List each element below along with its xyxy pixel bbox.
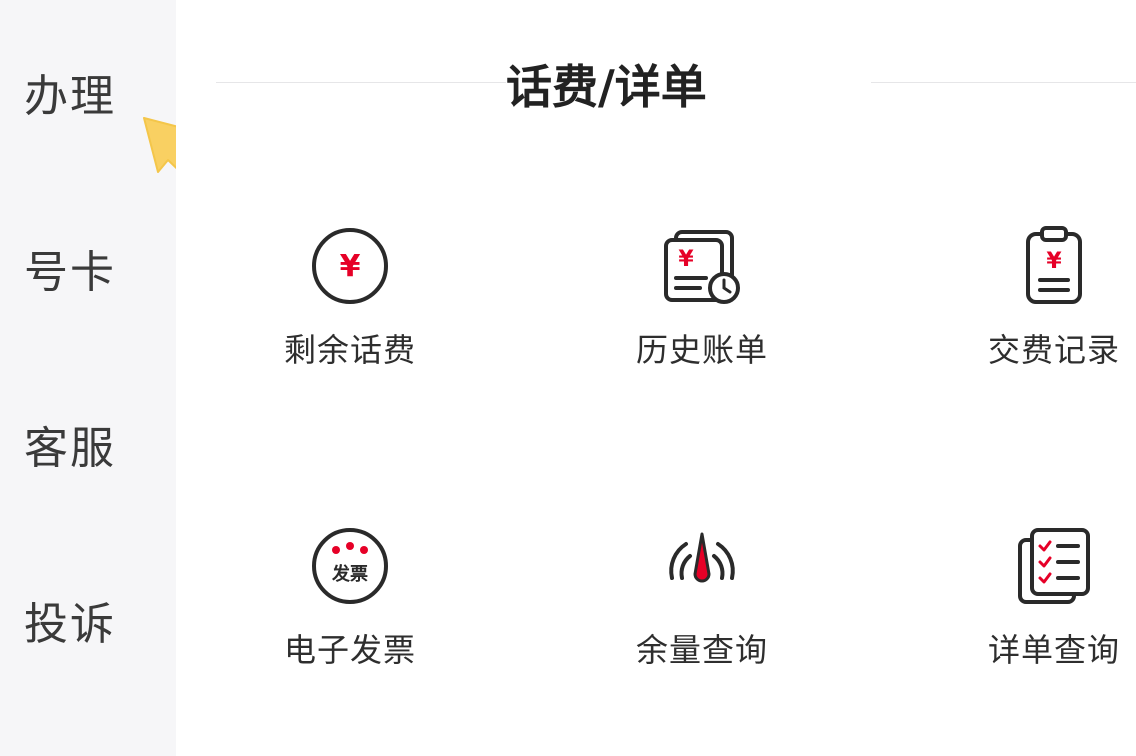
title-divider-right <box>871 82 1136 83</box>
grid-item-balance-query[interactable]: 余量查询 <box>592 526 812 726</box>
yuan-circle-icon: ¥ <box>312 228 388 304</box>
grid-item-label: 交费记录 <box>987 331 1120 369</box>
e-invoice-icon: 发票 <box>312 528 388 604</box>
title-divider-left <box>216 82 506 83</box>
svg-text:发票: 发票 <box>331 563 368 585</box>
grid-item-label: 剩余话费 <box>283 331 416 369</box>
grid-item-label: 历史账单 <box>635 331 768 369</box>
grid-item-label: 电子发票 <box>283 631 416 669</box>
payment-clipboard-icon: ¥ <box>1026 226 1082 304</box>
section-title: 话费/详单 <box>506 60 707 114</box>
svg-text:¥: ¥ <box>340 249 361 284</box>
bill-history-icon: ¥ <box>664 230 740 304</box>
grid-item-bill-history[interactable]: ¥ 历史账单 <box>592 226 812 426</box>
balance-gauge-icon <box>669 532 735 583</box>
grid-item-label: 余量查询 <box>635 631 768 669</box>
svg-text:¥: ¥ <box>678 247 694 272</box>
svg-text:¥: ¥ <box>1046 249 1062 274</box>
grid-item-remaining-balance[interactable]: ¥ 剩余话费 <box>240 226 460 426</box>
sidebar-item-customer-service[interactable]: 客服 <box>24 414 164 484</box>
grid-item-payment-record[interactable]: ¥ 交费记录 <box>944 226 1136 426</box>
sidebar-item-number-card[interactable]: 号卡 <box>24 238 164 308</box>
grid-item-e-invoice[interactable]: 发票 电子发票 <box>240 526 460 726</box>
detail-list-icon <box>1018 528 1090 604</box>
main-content: 话费/详单 ¥ 剩余话费 ¥ 历史账单 ¥ 交费记录 发票 电子发票 余量查询 … <box>176 0 1136 756</box>
sidebar-item-complaint[interactable]: 投诉 <box>24 590 164 660</box>
grid-item-detail-query[interactable]: 详单查询 <box>944 526 1136 726</box>
grid-item-label: 详单查询 <box>987 631 1120 669</box>
page: 办理 号卡 客服 投诉 话费/详单 ¥ 剩余话费 ¥ 历史账单 ¥ 交费记录 发… <box>0 0 1136 756</box>
